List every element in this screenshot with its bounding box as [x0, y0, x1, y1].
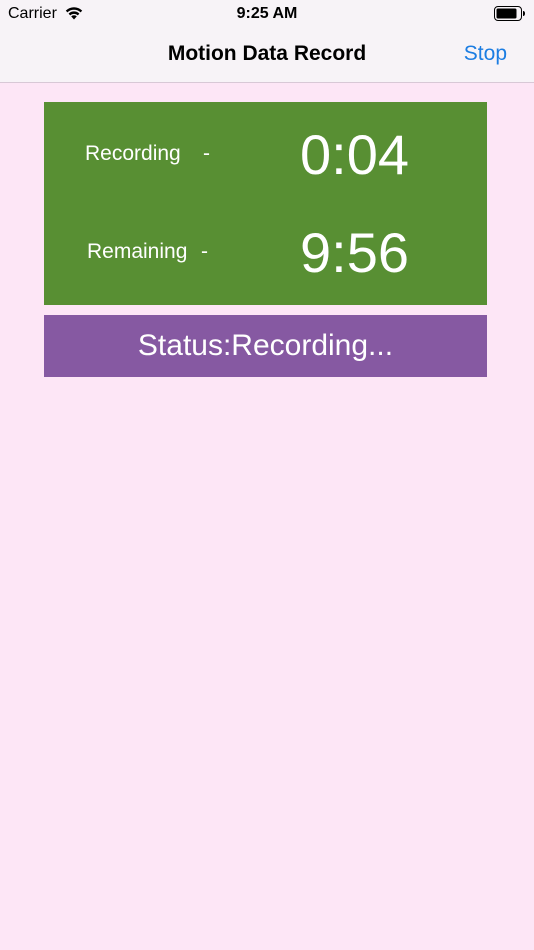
clock: 9:25 AM	[236, 5, 298, 22]
recording-label: Recording	[85, 142, 181, 165]
recording-time: 0:04	[300, 123, 409, 186]
stop-button[interactable]: Stop	[464, 42, 507, 66]
status-bar: Carrier 9:25 AM	[0, 0, 534, 28]
battery-icon	[494, 6, 525, 21]
remaining-label: Remaining	[87, 240, 188, 263]
page-title: Motion Data Record	[167, 42, 367, 65]
remaining-time: 9:56	[300, 221, 409, 284]
recording-separator: -	[203, 142, 210, 165]
navigation-bar: Motion Data Record Stop	[0, 28, 534, 83]
timer-panel: Recording - 0:04 Remaining - 9:56	[44, 102, 487, 305]
status-banner: Status:Recording...	[44, 315, 487, 377]
remaining-separator: -	[201, 240, 208, 263]
